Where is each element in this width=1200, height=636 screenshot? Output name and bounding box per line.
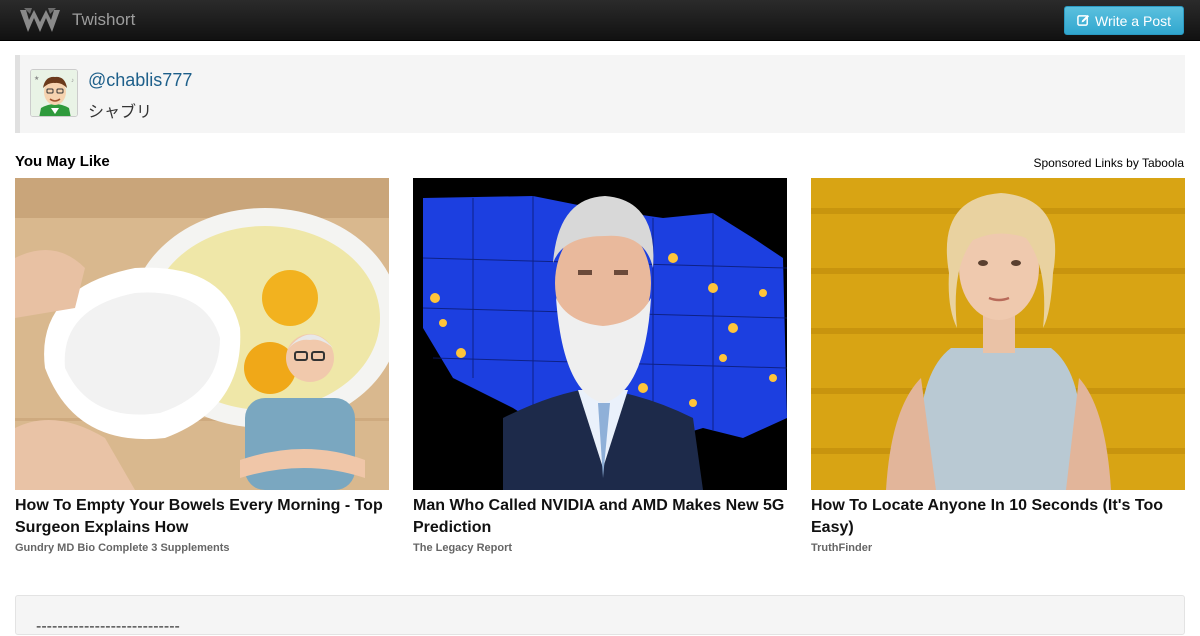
svg-text:★: ★ xyxy=(34,75,39,82)
post-text: --------------------------- xyxy=(36,618,180,635)
user-handle-link[interactable]: @chablis777 xyxy=(88,70,192,91)
edit-icon xyxy=(1077,14,1090,26)
profile-card: ★ ♪ @chablis777 シャブリ xyxy=(15,55,1185,133)
recommendation-card[interactable]: How To Locate Anyone In 10 Seconds (It's… xyxy=(811,178,1185,554)
sponsored-links-label[interactable]: Sponsored Links by Taboola xyxy=(1033,156,1184,170)
recommendation-headline[interactable]: How To Locate Anyone In 10 Seconds (It's… xyxy=(811,495,1185,539)
recommendation-thumbnail-map[interactable] xyxy=(413,178,787,490)
write-post-label: Write a Post xyxy=(1095,12,1171,29)
recommendation-source[interactable]: Gundry MD Bio Complete 3 Supplements xyxy=(15,542,389,554)
user-display-name: シャブリ xyxy=(88,104,153,121)
write-post-button[interactable]: Write a Post xyxy=(1064,6,1184,35)
recommendations-title: You May Like xyxy=(15,153,110,170)
recommendation-source[interactable]: TruthFinder xyxy=(811,542,1185,554)
navbar: Twishort Write a Post xyxy=(0,0,1200,41)
avatar[interactable]: ★ ♪ xyxy=(30,69,78,117)
recommendation-thumbnail-eggs[interactable] xyxy=(15,178,389,490)
recommendation-thumbnail-woman[interactable] xyxy=(811,178,1185,490)
twishort-logo-icon xyxy=(20,8,60,32)
recommendation-card[interactable]: How To Empty Your Bowels Every Morning -… xyxy=(15,178,389,554)
recommendation-headline[interactable]: How To Empty Your Bowels Every Morning -… xyxy=(15,495,389,539)
recommendation-headline[interactable]: Man Who Called NVIDIA and AMD Makes New … xyxy=(413,495,787,539)
brand-link[interactable]: Twishort xyxy=(18,4,135,36)
post-content-box: --------------------------- xyxy=(15,595,1185,635)
recommendation-card[interactable]: Man Who Called NVIDIA and AMD Makes New … xyxy=(413,178,787,554)
recommendation-source[interactable]: The Legacy Report xyxy=(413,542,787,554)
brand-name: Twishort xyxy=(72,10,136,29)
svg-text:♪: ♪ xyxy=(71,78,74,84)
